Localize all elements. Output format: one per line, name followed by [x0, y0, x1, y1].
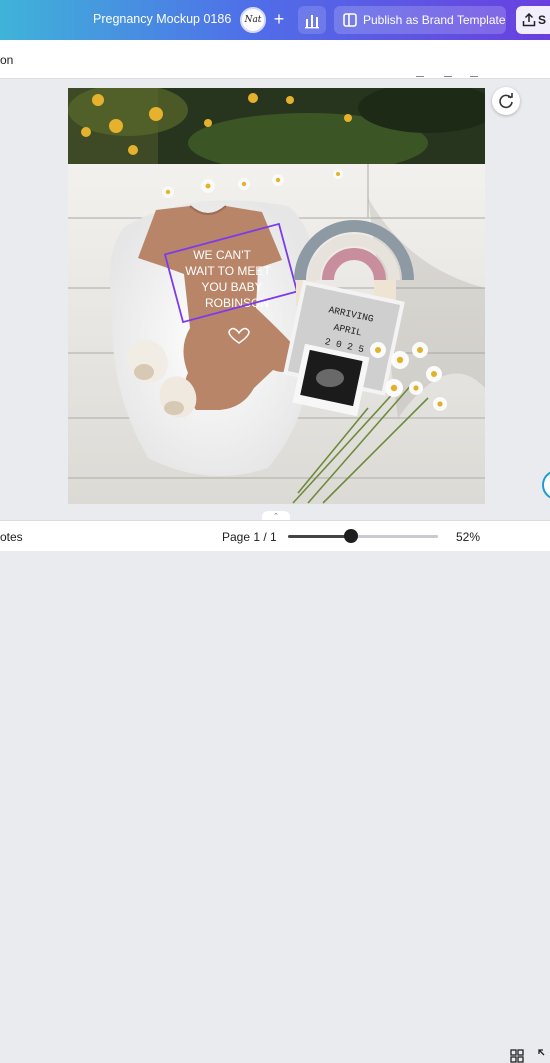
share-button[interactable]: S: [516, 6, 550, 34]
design-canvas[interactable]: WE CAN'T WAIT TO MEET YOU BABY ROBINSON …: [68, 88, 485, 504]
zoom-slider-fill: [288, 535, 351, 538]
zoom-slider-thumb[interactable]: [344, 529, 358, 543]
document-title[interactable]: Pregnancy Mockup 0186: [93, 12, 231, 26]
page-action-icon[interactable]: [444, 72, 452, 77]
template-icon: [343, 13, 357, 27]
onesie-text-line-2: WAIT TO MEET: [185, 264, 271, 278]
page-actions: [414, 72, 480, 78]
mockup-photo: WE CAN'T WAIT TO MEET YOU BABY ROBINSON …: [68, 88, 485, 504]
share-label: S: [538, 13, 547, 27]
publish-brand-template-button[interactable]: Publish as Brand Template: [334, 6, 506, 34]
analytics-button[interactable]: [298, 6, 326, 34]
onesie-text-line-3: YOU BABY: [201, 280, 262, 294]
zoom-slider[interactable]: [288, 529, 438, 543]
upload-icon: [522, 13, 536, 27]
fullscreen-icon[interactable]: [538, 1049, 550, 1063]
notes-button[interactable]: otes: [0, 530, 23, 544]
avatar-initials: Nat: [244, 15, 262, 25]
refresh-button[interactable]: [492, 87, 520, 115]
bar-chart-icon: [305, 15, 319, 29]
toolbar-partial-label[interactable]: on: [0, 53, 13, 67]
top-bar: Pregnancy Mockup 0186 Nat + Publish as B…: [0, 0, 550, 40]
help-button[interactable]: [542, 470, 550, 500]
page-action-icon[interactable]: [416, 72, 424, 77]
user-avatar[interactable]: Nat: [240, 7, 266, 33]
refresh-icon: [499, 93, 513, 109]
add-collaborator-icon[interactable]: +: [270, 9, 288, 29]
bottom-bar: otes Page 1 / 1 52%: [0, 520, 550, 1063]
page-action-icon[interactable]: [470, 72, 478, 77]
grid-view-icon[interactable]: [510, 1049, 524, 1063]
onesie-text-line-1: WE CAN'T: [193, 248, 251, 262]
publish-label: Publish as Brand Template: [363, 13, 506, 27]
page-indicator[interactable]: Page 1 / 1: [222, 530, 277, 544]
zoom-level[interactable]: 52%: [456, 530, 480, 544]
